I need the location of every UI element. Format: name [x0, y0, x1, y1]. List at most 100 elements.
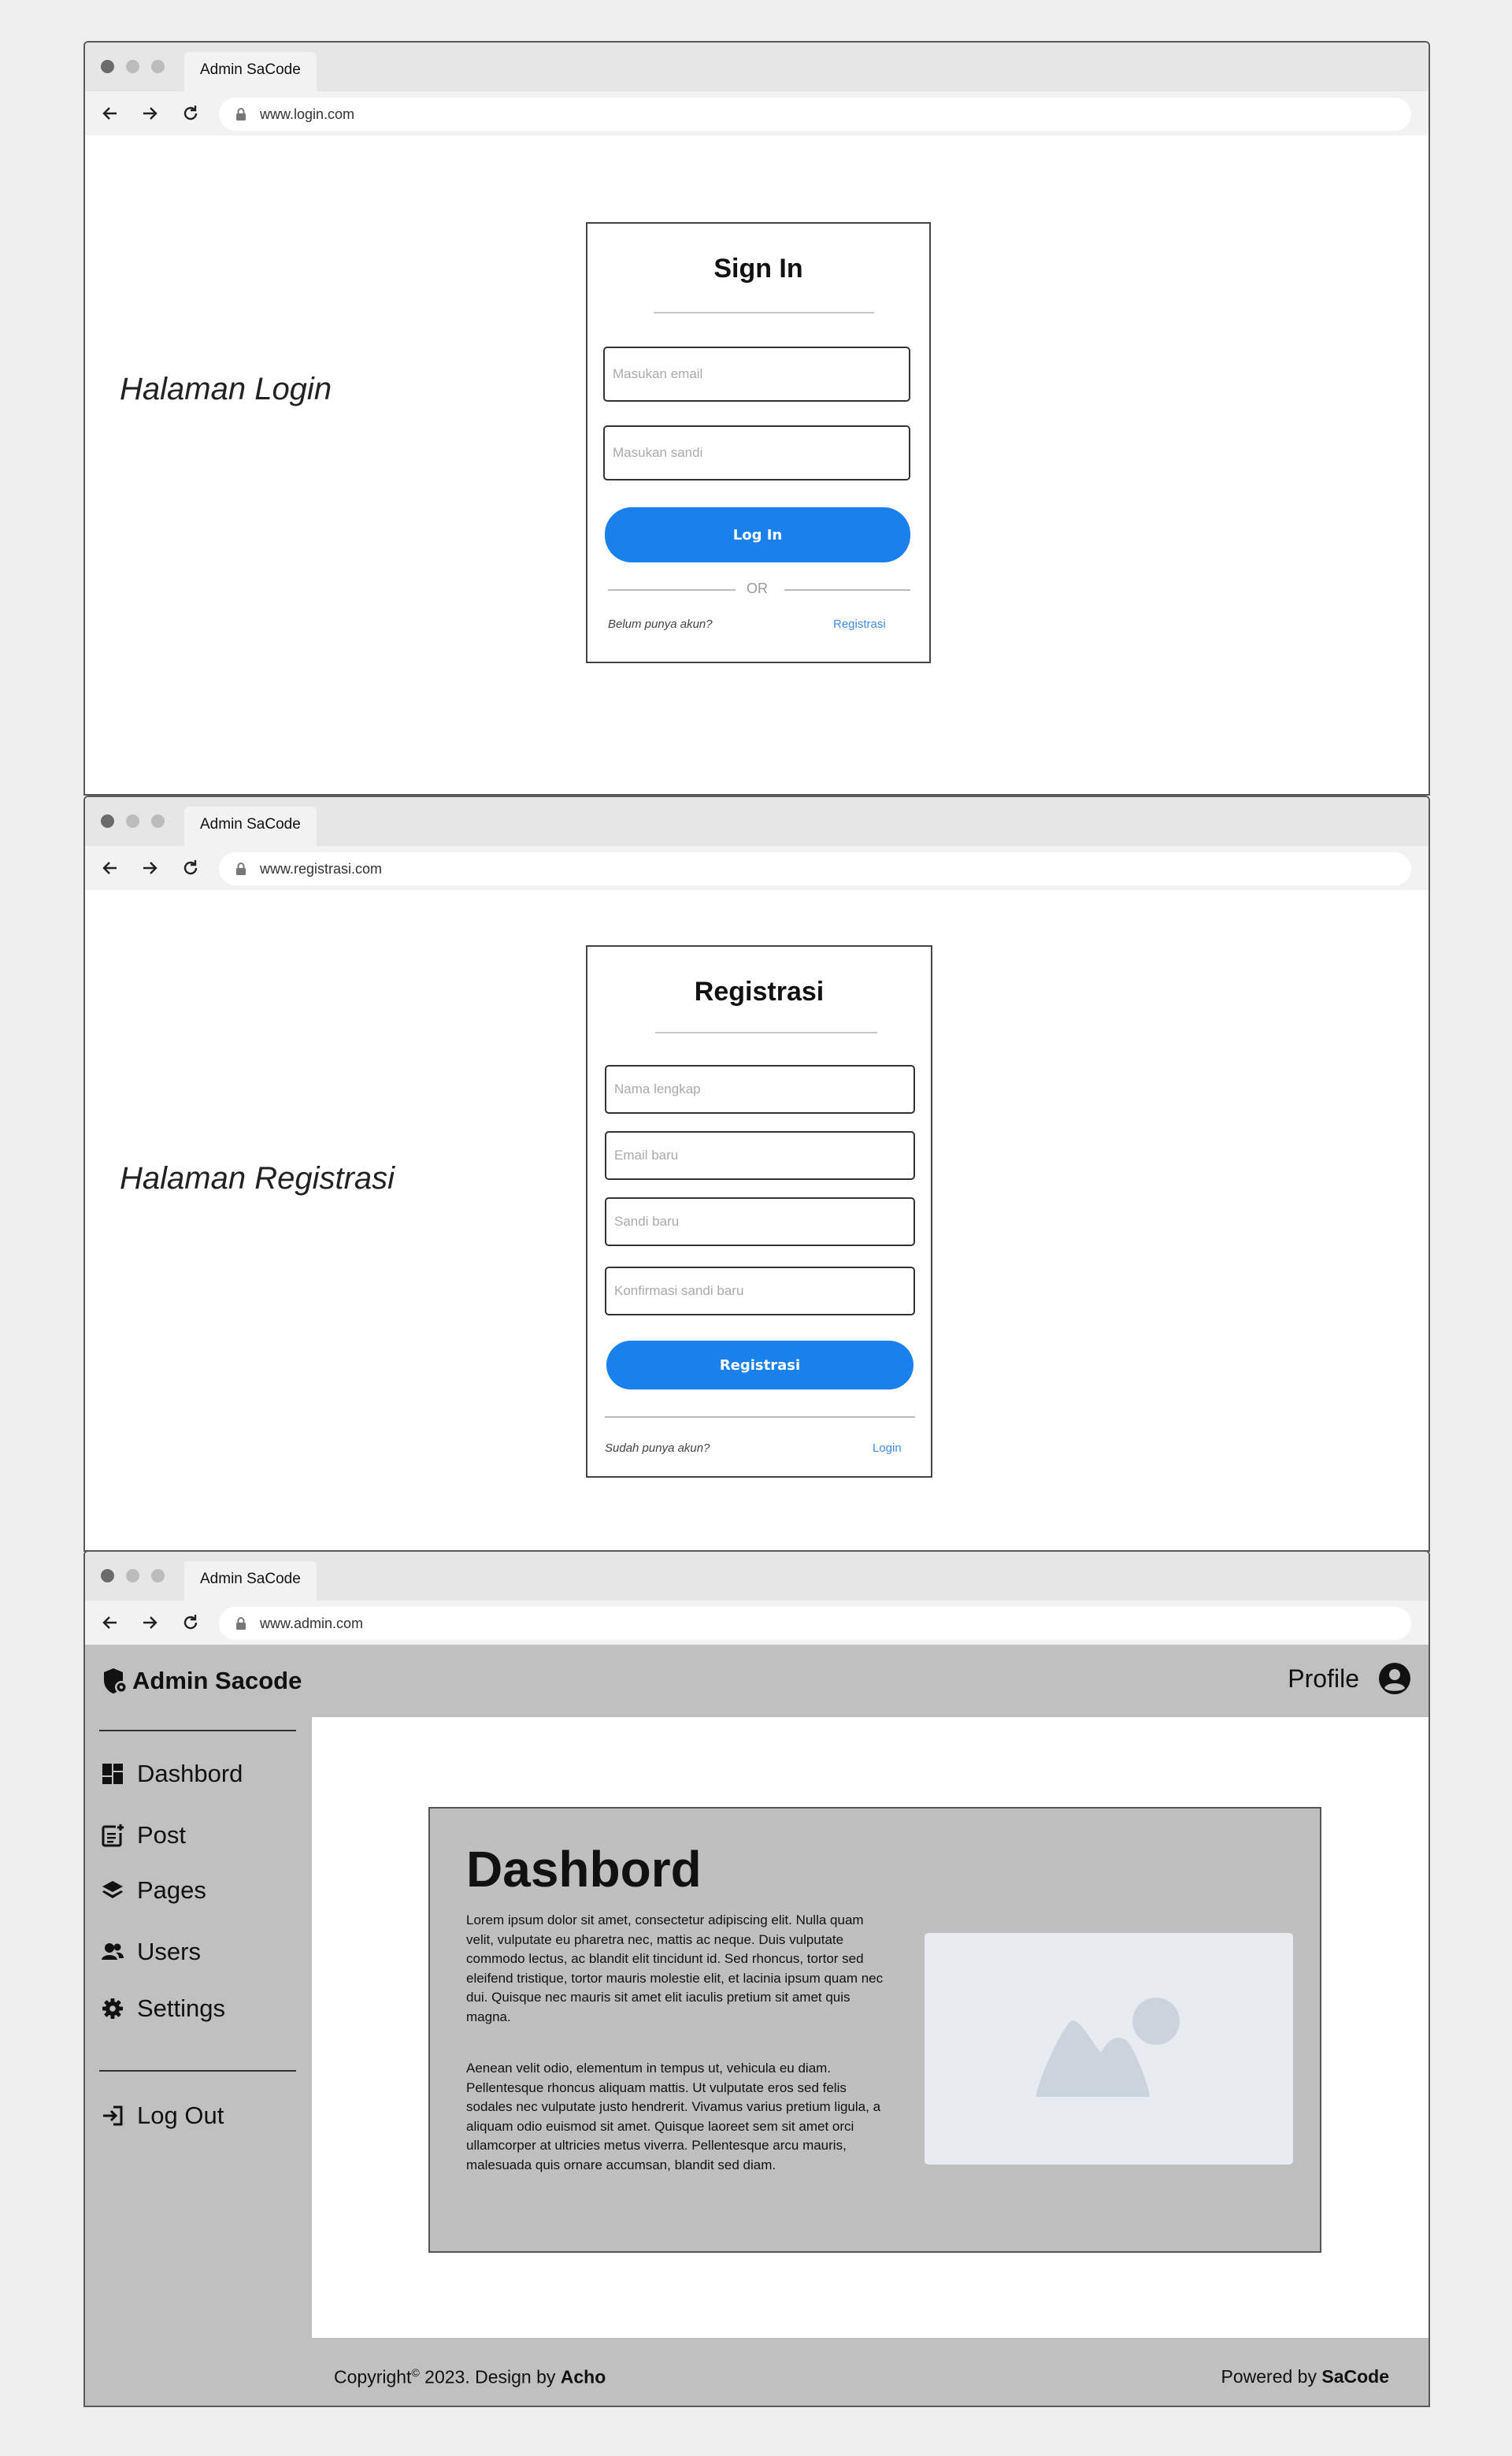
sidebar-item-post[interactable]: Post	[101, 1821, 186, 1849]
page-label-login: Halaman Login	[120, 372, 332, 406]
url-field[interactable]: www.admin.com	[219, 1607, 1411, 1640]
login-link[interactable]: Login	[873, 1441, 902, 1455]
register-title: Registrasi	[694, 977, 825, 1007]
window-maximize-dot[interactable]	[151, 814, 165, 828]
dashboard-paragraph-2: Aenean velit odio, elementum in tempus u…	[466, 2061, 881, 2172]
user-circle-icon	[1379, 1663, 1410, 1694]
back-arrow-icon[interactable]	[101, 104, 120, 123]
users-icon	[102, 1943, 124, 1960]
address-bar: www.registrasi.com	[85, 846, 1429, 890]
sidebar-item-label: Users	[137, 1938, 201, 1965]
fullname-field[interactable]	[605, 1065, 915, 1114]
dashboard-paragraph-1: Lorem ipsum dolor sit amet, consectetur …	[466, 1912, 884, 2024]
page-label-register: Halaman Registrasi	[120, 1161, 395, 1196]
lock-icon	[236, 1617, 246, 1630]
lock-icon	[236, 108, 246, 121]
browser-window-login: Admin SaCode www.login.com Halaman Login…	[83, 41, 1430, 796]
reload-icon[interactable]	[181, 104, 200, 123]
sidebar-item-label: Post	[137, 1821, 187, 1849]
designer-name: Acho	[560, 2366, 606, 2387]
gear-icon	[102, 1998, 123, 2019]
sidebar-divider-top	[99, 1730, 296, 1731]
url-text: www.admin.com	[260, 1616, 364, 1631]
address-bar: www.login.com	[85, 91, 1429, 135]
back-arrow-icon[interactable]	[101, 859, 120, 877]
window-maximize-dot[interactable]	[151, 60, 165, 73]
window-minimize-dot[interactable]	[126, 1569, 139, 1582]
browser-titlebar: Admin SaCode	[85, 797, 1429, 846]
email-field[interactable]	[603, 347, 910, 402]
footer: Copyright© 2023. Design by Acho Powered …	[85, 2338, 1429, 2406]
url-field[interactable]: www.registrasi.com	[219, 852, 1411, 885]
forward-arrow-icon[interactable]	[140, 859, 159, 877]
window-close-dot[interactable]	[101, 1569, 114, 1582]
copyright-symbol: ©	[411, 2366, 420, 2379]
browser-tab[interactable]: Admin SaCode	[184, 52, 317, 91]
logout-label: Log Out	[137, 2102, 224, 2129]
sidebar-item-settings[interactable]: Settings	[101, 1994, 225, 2023]
browser-titlebar: Admin SaCode	[85, 1552, 1429, 1601]
sidebar-item-users[interactable]: Users	[101, 1938, 201, 1966]
post-icon	[102, 1824, 124, 1847]
browser-window-register: Admin SaCode www.registrasi.com Halaman …	[83, 796, 1430, 1552]
dashboard-card: Dashbord Lorem ipsum dolor sit amet, con…	[428, 1807, 1321, 2253]
sidebar-item-dashboard[interactable]: Dashbord	[101, 1760, 243, 1788]
signin-card: Sign In Log In OR Belum punya akun? Regi…	[586, 222, 931, 663]
window-maximize-dot[interactable]	[151, 1569, 165, 1582]
dashboard-title: Dashbord	[466, 1841, 702, 1898]
window-close-dot[interactable]	[101, 814, 114, 828]
copyright-middle: 2023. Design by	[419, 2366, 561, 2387]
or-divider-left	[608, 589, 736, 591]
main-content: Dashbord Lorem ipsum dolor sit amet, con…	[312, 1717, 1429, 2338]
sidebar-item-label: Settings	[137, 1994, 226, 2022]
browser-tab[interactable]: Admin SaCode	[184, 1561, 317, 1601]
admin-header: Admin Sacode Profile	[85, 1645, 1429, 1717]
forward-arrow-icon[interactable]	[140, 104, 159, 123]
url-text: www.login.com	[260, 106, 355, 122]
back-arrow-icon[interactable]	[101, 1613, 120, 1632]
window-minimize-dot[interactable]	[126, 60, 139, 73]
powered-prefix: Powered by	[1221, 2366, 1322, 2387]
reload-icon[interactable]	[181, 1613, 200, 1632]
profile-label: Profile	[1288, 1664, 1359, 1693]
address-bar: www.admin.com	[85, 1601, 1429, 1645]
no-account-prompt: Belum punya akun?	[608, 618, 713, 631]
sidebar-item-pages[interactable]: Pages	[101, 1876, 206, 1905]
sidebar-item-label: Pages	[137, 1876, 206, 1904]
layers-icon	[102, 1881, 123, 1898]
copyright-text: Copyright© 2023. Design by Acho	[334, 2366, 606, 2388]
powered-by-text: Powered by SaCode	[1221, 2366, 1390, 2387]
title-divider	[655, 1032, 877, 1033]
brand[interactable]: Admin Sacode	[101, 1667, 302, 1695]
browser-tab[interactable]: Admin SaCode	[184, 807, 317, 846]
lock-icon	[236, 863, 246, 875]
brand-name: Admin Sacode	[132, 1667, 302, 1694]
logout-icon	[103, 2105, 123, 2126]
browser-titlebar: Admin SaCode	[85, 43, 1429, 91]
confirm-password-field[interactable]	[605, 1267, 915, 1315]
new-password-field[interactable]	[605, 1197, 915, 1246]
logout-button[interactable]: Log Out	[101, 2102, 224, 2130]
register-card: Registrasi Registrasi Sudah punya akun? …	[586, 945, 932, 1478]
forward-arrow-icon[interactable]	[140, 1613, 159, 1632]
or-label: OR	[747, 581, 768, 596]
title-divider	[654, 312, 874, 313]
register-link[interactable]: Registrasi	[833, 618, 886, 631]
reload-icon[interactable]	[181, 859, 200, 877]
window-minimize-dot[interactable]	[126, 814, 139, 828]
login-button[interactable]: Log In	[605, 507, 910, 562]
signin-title: Sign In	[713, 254, 803, 284]
powered-brand: SaCode	[1321, 2366, 1389, 2387]
profile-menu[interactable]: Profile	[1288, 1662, 1411, 1695]
password-field[interactable]	[603, 425, 910, 480]
shield-gear-icon	[104, 1668, 128, 1694]
have-account-prompt: Sudah punya akun?	[605, 1441, 710, 1455]
footer-divider	[605, 1416, 915, 1418]
new-email-field[interactable]	[605, 1131, 915, 1180]
url-field[interactable]: www.login.com	[219, 98, 1411, 131]
register-button[interactable]: Registrasi	[606, 1341, 914, 1389]
sidebar-divider-bottom	[99, 2070, 296, 2072]
browser-window-admin: Admin SaCode www.admin.com Admin Sacode …	[83, 1550, 1430, 2407]
window-close-dot[interactable]	[101, 60, 114, 73]
sidebar-item-label: Dashbord	[137, 1760, 243, 1787]
